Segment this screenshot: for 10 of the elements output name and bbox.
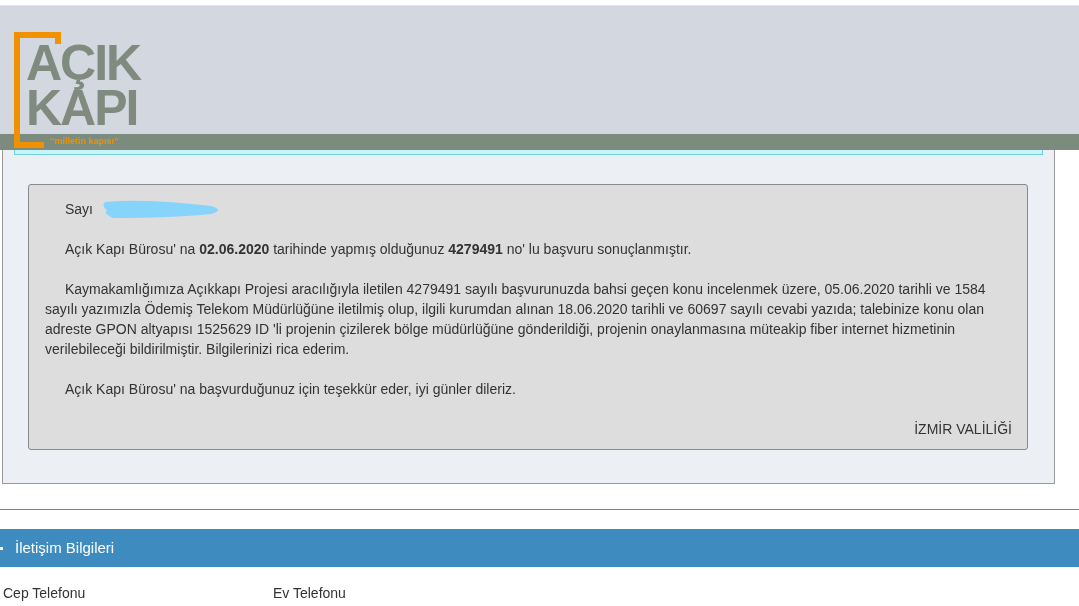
logo-tagline: “milletin kapısı” <box>50 136 119 147</box>
message-paragraph: Açık Kapı Bürosu' na başvurduğunuz için teşekkür eder, iyi günler dileriz. <box>64 380 517 399</box>
section-title: İletişim Bilgileri <box>15 537 115 558</box>
signature-text: İZMİR VALİLİĞİ <box>913 420 1013 439</box>
field-label: Ev Telefonu <box>272 584 347 603</box>
message-paragraph: Açık Kapı Bürosu' na 02.06.2020 tarihinde yapmış olduğunuz 4279491 no' lu başvuru sonuçlanmıştır. <box>64 240 693 259</box>
greeting-text: Sayı <box>64 200 93 219</box>
message-paragraph: Kaymakamlığımıza Açıkkapı Projesi aracılığıyla iletilen 4279491 sayılı başvurunuzda bahsi geçen konu incelenmek üzere, 05.06.2020 tarihli ve 1584 sayılı yazımızla Ödemiş Telekom Müdürlüğüne iletilmiş olup, ilgili kurumdan alınan 18.06.2020 tarihli ve 60697 sayılı cevabi yazıda; talebinize konu olan adreste GPON altyapısı 1525629 ID 'li projenin çizilerek bölge müdürlüğüne gönderildiği, projenin onaylanmasına müteakip fiber internet hizmetinin verilebileceği bildirilmiştir. Bilgilerinizi rica ederim. <box>45 280 987 359</box>
bullet-icon <box>0 546 3 550</box>
field-label: Cep Telefonu <box>2 584 87 603</box>
